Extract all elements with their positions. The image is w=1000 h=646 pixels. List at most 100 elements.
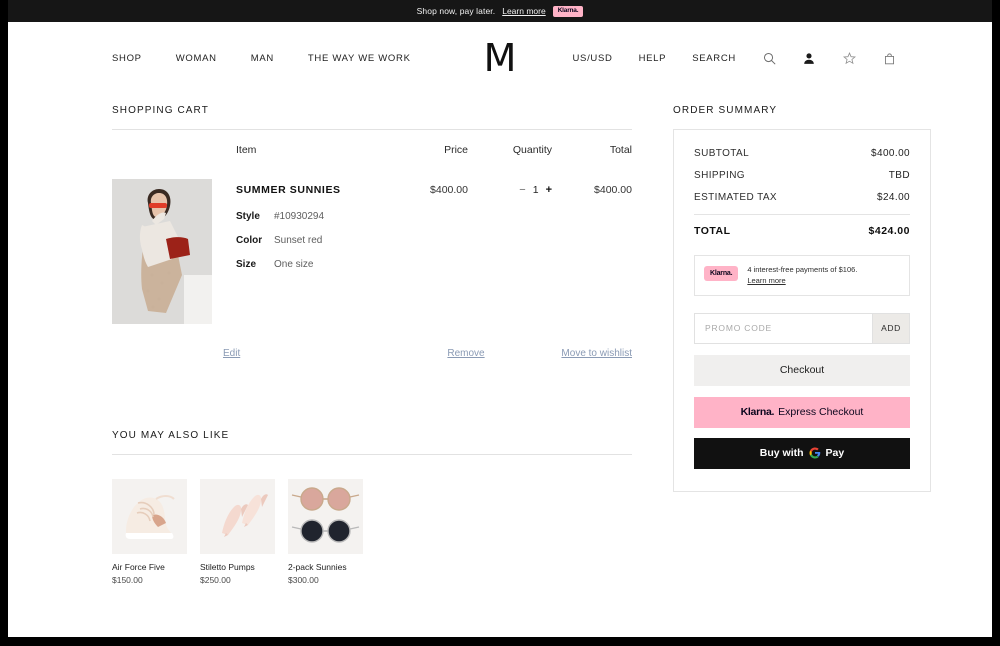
sneaker-icon: [112, 479, 187, 554]
quantity-value: 1: [532, 184, 539, 196]
cart-item-image-cell[interactable]: [112, 179, 225, 324]
attribute-color-label: Color: [236, 235, 263, 246]
nav-item-woman[interactable]: WOMAN: [176, 53, 217, 64]
recommendations-section: YOU MAY ALSO LIKE Air Force Five $150.00…: [112, 430, 632, 585]
nav-item-help[interactable]: HELP: [639, 53, 667, 64]
promo-add-button[interactable]: ADD: [872, 312, 910, 344]
remove-item-link[interactable]: Remove: [447, 348, 484, 359]
checkout-button[interactable]: Checkout: [694, 354, 910, 386]
product-thumbnail[interactable]: [112, 179, 212, 324]
column-header-quantity: Quantity: [512, 144, 552, 156]
gpay-pay-label: Pay: [825, 447, 845, 459]
product-attributes: Style #10930294 Color Sunset red Size On…: [236, 211, 382, 270]
nav-item-currency[interactable]: US/USD: [572, 53, 612, 64]
google-g-icon: [809, 446, 821, 460]
cart-item-details: SUMMER SUNNIES Style #10930294 Color Sun…: [225, 179, 382, 324]
promo-code-row: ADD: [694, 312, 910, 344]
klarna-installments-box: Klarna. 4 interest-free payments of $106…: [694, 255, 910, 296]
attribute-style-value: #10930294: [274, 211, 325, 222]
attribute-style: Style #10930294: [236, 211, 382, 222]
klarna-logo-badge: Klarna.: [552, 5, 584, 17]
move-to-wishlist-link[interactable]: Move to wishlist: [561, 348, 632, 359]
site-header: SHOP WOMAN MAN THE WAY WE WORK M US/USD …: [8, 22, 992, 94]
klarna-wordmark: Klarna.: [740, 406, 775, 418]
cart-line-item: SUMMER SUNNIES Style #10930294 Color Sun…: [112, 166, 632, 324]
summary-tax-label: ESTIMATED TAX: [694, 192, 777, 203]
summary-line-tax: ESTIMATED TAX $24.00: [694, 192, 910, 203]
summary-total-label: TOTAL: [694, 225, 731, 237]
recommendation-card-air-force-five[interactable]: Air Force Five $150.00: [112, 479, 187, 585]
summary-line-subtotal: SUBTOTAL $400.00: [694, 148, 910, 159]
attribute-color: Color Sunset red: [236, 235, 382, 246]
product-photo: [112, 179, 212, 324]
attribute-size-label: Size: [236, 259, 257, 270]
summary-divider: [694, 214, 910, 215]
product-name[interactable]: SUMMER SUNNIES: [236, 184, 382, 196]
logo-letter-m: M: [483, 36, 517, 80]
column-header-price: Price: [444, 144, 468, 156]
recommendation-price: $250.00: [200, 575, 231, 585]
nav-item-the-way-we-work[interactable]: THE WAY WE WORK: [308, 53, 411, 64]
promo-banner: Shop now, pay later. Learn more Klarna.: [8, 0, 992, 22]
shopping-bag-icon[interactable]: [882, 51, 896, 65]
page-viewport: Shop now, pay later. Learn more Klarna. …: [8, 0, 992, 637]
wishlist-star-icon[interactable]: [842, 51, 856, 65]
promo-code-input[interactable]: [694, 312, 872, 344]
order-summary-section: ORDER SUMMARY SUBTOTAL $400.00 SHIPPING …: [673, 105, 938, 492]
search-icon[interactable]: [762, 51, 776, 65]
edit-action-cell: Edit: [112, 348, 240, 359]
promo-banner-text: Shop now, pay later.: [416, 6, 496, 16]
summary-subtotal-label: SUBTOTAL: [694, 148, 750, 159]
google-pay-button[interactable]: Buy with Pay: [694, 437, 910, 469]
cart-item-total-cell: $400.00: [552, 179, 632, 324]
pumps-product-image[interactable]: [200, 479, 275, 554]
klarna-express-checkout-button[interactable]: Klarna. Express Checkout: [694, 396, 910, 428]
recommendation-price: $300.00: [288, 575, 319, 585]
attribute-style-label: Style: [236, 211, 260, 222]
shopping-cart-section: SHOPPING CART Item Price Quantity Total: [112, 105, 632, 359]
summary-total-value: $424.00: [868, 225, 910, 237]
attribute-size-value: One size: [274, 259, 314, 270]
order-summary-box: SUBTOTAL $400.00 SHIPPING TBD ESTIMATED …: [673, 129, 931, 492]
klarna-express-label: Express Checkout: [778, 406, 864, 418]
product-line-total: $400.00: [594, 184, 632, 196]
cart-item-actions: Edit Remove Move to wishlist: [112, 348, 632, 359]
attribute-color-value: Sunset red: [274, 235, 323, 246]
nav-item-search[interactable]: SEARCH: [692, 53, 736, 64]
sneaker-product-image[interactable]: [112, 479, 187, 554]
klarna-logo-badge: Klarna.: [704, 266, 739, 281]
recommendation-name: 2-pack Sunnies: [288, 562, 347, 572]
nav-item-shop[interactable]: SHOP: [112, 53, 142, 64]
sunglasses-product-image[interactable]: [288, 479, 363, 554]
order-summary-title: ORDER SUMMARY: [673, 105, 778, 116]
recommendation-card-stiletto-pumps[interactable]: Stiletto Pumps $250.00: [200, 479, 275, 585]
summary-line-shipping: SHIPPING TBD: [694, 170, 910, 181]
column-header-item: Item: [236, 144, 257, 156]
recommendation-name: Air Force Five: [112, 562, 165, 572]
quantity-decrease-button[interactable]: −: [519, 184, 525, 196]
nav-item-man[interactable]: MAN: [251, 53, 274, 64]
promo-banner-learn-more-link[interactable]: Learn more: [502, 6, 545, 16]
product-price: $400.00: [430, 184, 468, 196]
klarna-learn-more-link[interactable]: Learn more: [747, 276, 785, 285]
klarna-installments-text: 4 interest-free payments of $106.: [747, 265, 858, 274]
actions-spacer: [240, 348, 406, 359]
header-spacer: [112, 144, 225, 156]
shopping-cart-title: SHOPPING CART: [112, 105, 209, 116]
recommendations-grid: Air Force Five $150.00 Stiletto Pumps $2…: [112, 455, 632, 585]
gpay-prefix-label: Buy with: [759, 447, 804, 459]
summary-total-row: TOTAL $424.00: [694, 225, 910, 237]
summary-shipping-label: SHIPPING: [694, 170, 745, 181]
remove-action-cell: Remove: [406, 348, 526, 359]
utility-navigation: US/USD HELP SEARCH: [572, 22, 896, 94]
edit-item-link[interactable]: Edit: [223, 348, 240, 359]
recommendation-card-2-pack-sunnies[interactable]: 2-pack Sunnies $300.00: [288, 479, 363, 585]
klarna-installments-text-wrap: 4 interest-free payments of $106. Learn …: [747, 264, 857, 287]
account-icon[interactable]: [802, 51, 816, 65]
summary-subtotal-value: $400.00: [871, 148, 910, 159]
device-frame: Shop now, pay later. Learn more Klarna. …: [0, 0, 1000, 646]
summary-tax-value: $24.00: [877, 192, 910, 203]
cart-item-price-cell: $400.00: [382, 179, 468, 324]
recommendation-price: $150.00: [112, 575, 143, 585]
primary-navigation: SHOP WOMAN MAN THE WAY WE WORK: [112, 22, 411, 94]
